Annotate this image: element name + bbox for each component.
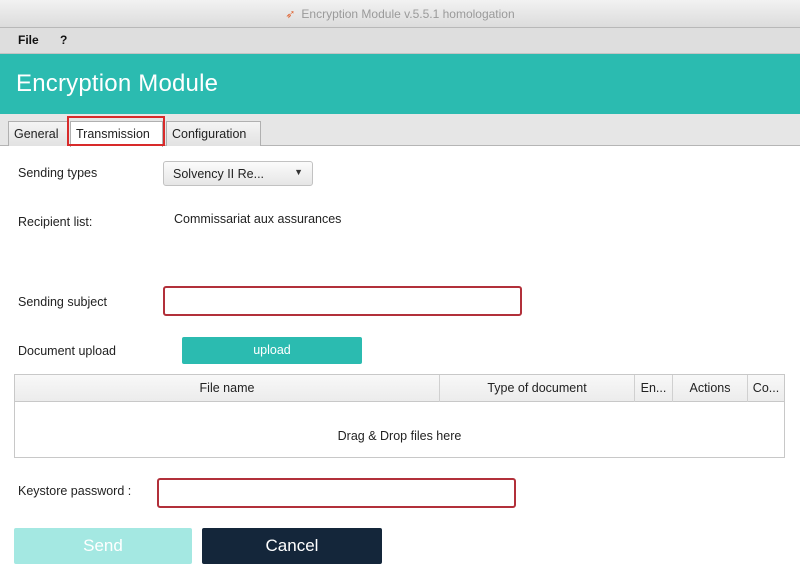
sending-types-label: Sending types bbox=[18, 166, 98, 180]
cancel-button[interactable]: Cancel bbox=[202, 528, 382, 564]
tab-transmission[interactable]: Transmission bbox=[70, 121, 163, 147]
column-header-encrypted[interactable]: En... bbox=[635, 375, 673, 402]
sending-subject-input[interactable] bbox=[165, 288, 520, 314]
feather-icon: ➶ bbox=[285, 7, 296, 21]
drop-zone-text: Drag & Drop files here bbox=[337, 429, 462, 443]
document-upload-label: Document upload bbox=[18, 344, 116, 358]
sending-subject-field[interactable] bbox=[163, 286, 522, 316]
table-header: File name Type of document En... Actions… bbox=[15, 375, 784, 402]
sending-types-value: Solvency II Re... bbox=[173, 167, 265, 181]
file-table[interactable]: File name Type of document En... Actions… bbox=[14, 374, 785, 458]
column-header-file-name[interactable]: File name bbox=[15, 375, 440, 402]
recipient-list-value: Commissariat aux assurances bbox=[174, 212, 342, 226]
keystore-password-label: Keystore password : bbox=[18, 484, 132, 498]
column-header-type[interactable]: Type of document bbox=[440, 375, 635, 402]
recipient-list-label: Recipient list: bbox=[18, 215, 93, 229]
sending-types-select[interactable]: Solvency II Re... ▼ bbox=[163, 161, 313, 186]
tab-configuration[interactable]: Configuration bbox=[166, 121, 261, 146]
caret-down-icon: ▼ bbox=[294, 167, 303, 177]
menu-file[interactable]: File bbox=[18, 33, 39, 47]
menu-bar: File ? bbox=[0, 28, 800, 54]
tab-bar: General Transmission Configuration bbox=[0, 114, 800, 147]
app-title: Encryption Module bbox=[16, 70, 219, 97]
column-header-actions[interactable]: Actions bbox=[673, 375, 748, 402]
tab-general[interactable]: General bbox=[8, 121, 68, 146]
keystore-password-input[interactable] bbox=[159, 480, 514, 506]
sending-subject-label: Sending subject bbox=[18, 295, 107, 309]
window-title: ➶ Encryption Module v.5.5.1 homologation bbox=[0, 7, 800, 21]
menu-help[interactable]: ? bbox=[60, 33, 67, 47]
send-button[interactable]: Send bbox=[14, 528, 192, 564]
keystore-password-field[interactable] bbox=[157, 478, 516, 508]
upload-button[interactable]: upload bbox=[182, 337, 362, 364]
window-titlebar: ➶ Encryption Module v.5.5.1 homologation bbox=[0, 0, 800, 28]
column-header-comment[interactable]: Co... bbox=[748, 375, 784, 402]
app-header: Encryption Module bbox=[0, 54, 800, 114]
window-title-text: Encryption Module v.5.5.1 homologation bbox=[301, 7, 515, 21]
